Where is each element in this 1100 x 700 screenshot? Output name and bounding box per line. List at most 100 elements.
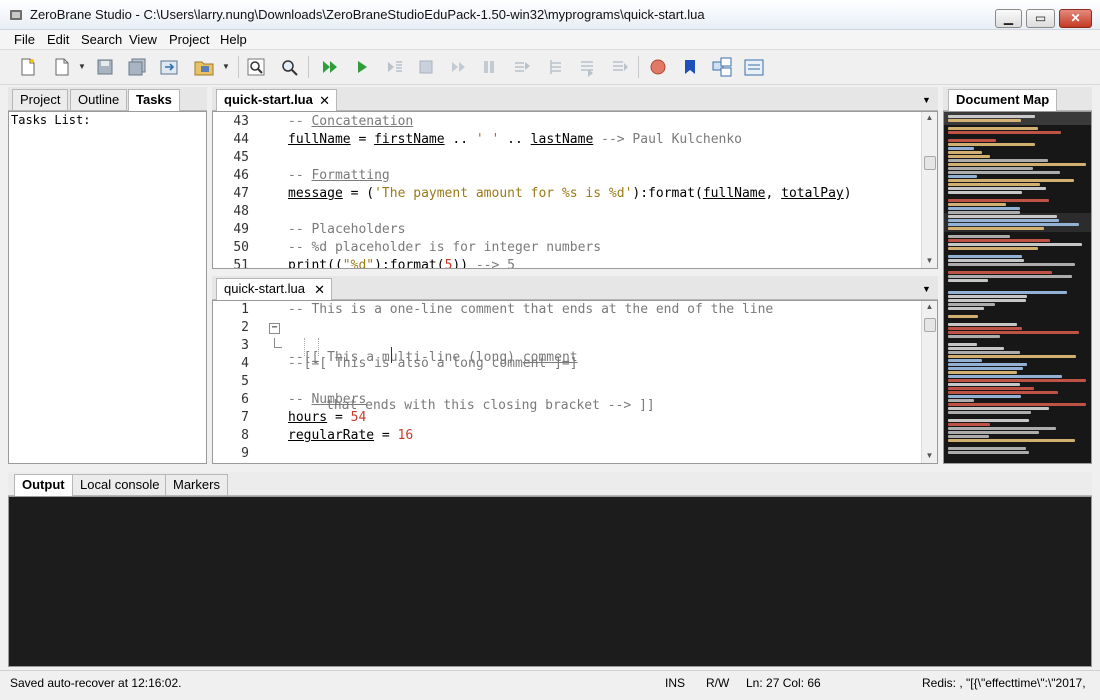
toggle-breakpoint-icon[interactable] [646, 55, 670, 79]
close-tab-icon[interactable]: ✕ [314, 282, 325, 298]
status-message: Saved auto-recover at 12:16:02. [10, 676, 182, 690]
document-map-line [948, 407, 1049, 410]
stop-icon[interactable] [414, 55, 438, 79]
document-map-line [948, 419, 1029, 422]
menu-help[interactable]: Help [220, 32, 247, 47]
run-to-cursor-icon[interactable] [543, 55, 567, 79]
new-file-icon[interactable] [16, 55, 40, 79]
tab-document-map[interactable]: Document Map [948, 89, 1058, 111]
code-text: -- Placeholders [288, 222, 406, 237]
code-text: print(("%d"):format(5)) --> 5 [288, 258, 516, 269]
document-map-line [948, 295, 1027, 298]
close-button[interactable]: ✕ [1059, 9, 1092, 28]
project-directory-icon[interactable] [157, 55, 181, 79]
tab-markers[interactable]: Markers [165, 474, 228, 495]
scroll-down-arrow-icon[interactable]: ▼ [922, 256, 937, 265]
tab-project[interactable]: Project [12, 89, 69, 110]
editor-top[interactable]: 43 -- Concatenation 44 fullName = firstNam… [212, 111, 938, 269]
document-map-line [948, 207, 1020, 210]
line-number: 44 [233, 132, 249, 147]
save-all-icon[interactable] [125, 55, 149, 79]
break-icon[interactable] [477, 55, 501, 79]
toolbar-separator [638, 56, 639, 78]
menu-search[interactable]: Search [81, 32, 122, 47]
save-icon[interactable] [93, 55, 117, 79]
find-in-files-icon[interactable] [277, 55, 301, 79]
scroll-thumb[interactable] [924, 318, 936, 332]
maximize-button[interactable]: ▭ [1026, 9, 1055, 28]
document-map-line [948, 315, 978, 318]
scroll-thumb[interactable] [924, 156, 936, 170]
tab-dropdown-icon[interactable]: ▼ [922, 284, 931, 294]
close-tab-icon[interactable]: ✕ [319, 93, 330, 109]
tab-output[interactable]: Output [14, 474, 73, 496]
tab-outline[interactable]: Outline [70, 89, 128, 110]
document-map-line [948, 247, 1038, 250]
chevron-down-icon[interactable]: ▼ [78, 62, 86, 71]
step-into-icon[interactable] [383, 55, 407, 79]
document-map-panel[interactable] [943, 111, 1092, 464]
document-map-line [948, 139, 996, 142]
step-over-icon[interactable] [446, 55, 470, 79]
fold-collapse-icon[interactable]: − [269, 323, 280, 334]
tab-quick-start-top[interactable]: quick-start.lua ✕ [216, 89, 337, 111]
bottom-panel-tabs: Output Local console Markers [8, 472, 1092, 496]
fold-end-marker [274, 338, 282, 348]
scroll-up-arrow-icon[interactable]: ▲ [922, 302, 937, 311]
indent-guide [304, 338, 305, 356]
document-map-line [948, 243, 1082, 246]
code-text: that ends with this closing bracket --> … [326, 398, 655, 413]
document-map-line [948, 275, 1072, 278]
document-map-line [948, 279, 988, 282]
app-icon [10, 10, 22, 20]
editor-bottom[interactable]: 1 -- This is a one-line comment that ends… [212, 300, 938, 464]
line-number: 49 [233, 222, 249, 237]
open-file-icon[interactable] [50, 55, 74, 79]
tab-tasks[interactable]: Tasks [128, 89, 180, 111]
minimize-button[interactable]: ▁ [995, 9, 1022, 28]
status-bar: Saved auto-recover at 12:16:02. INS R/W … [0, 670, 1100, 700]
vertical-scrollbar[interactable]: ▲ ▼ [921, 301, 937, 463]
document-map-line [948, 143, 1035, 146]
tab-quick-start-bottom[interactable]: quick-start.lua ✕ [216, 278, 332, 300]
choose-project-icon[interactable] [192, 55, 216, 79]
line-number: 7 [241, 410, 249, 425]
scroll-down-arrow-icon[interactable]: ▼ [922, 451, 937, 460]
document-map-line [948, 155, 990, 158]
code-text: hours = 54 [288, 410, 367, 425]
document-map-line [948, 351, 1020, 354]
step-out-icon[interactable] [510, 55, 534, 79]
line-number: 9 [241, 446, 249, 461]
trace-icon[interactable] [576, 55, 600, 79]
run-icon[interactable] [318, 55, 342, 79]
run-icon-2[interactable] [608, 55, 632, 79]
menu-project[interactable]: Project [169, 32, 209, 47]
tab-dropdown-icon[interactable]: ▼ [922, 95, 931, 105]
tab-local-console[interactable]: Local console [72, 474, 168, 495]
menu-view[interactable]: View [129, 32, 157, 47]
stack-window-icon[interactable] [710, 55, 734, 79]
document-map-line [948, 175, 977, 178]
line-number: 47 [233, 186, 249, 201]
document-map-line [948, 151, 982, 154]
status-redis: Redis: , "[{\"effecttime\":\"2017, [922, 676, 1086, 690]
scroll-up-arrow-icon[interactable]: ▲ [922, 113, 937, 122]
document-map-line [948, 307, 984, 310]
start-debug-icon[interactable] [350, 55, 374, 79]
menu-file[interactable]: File [14, 32, 35, 47]
watch-window-icon[interactable] [742, 55, 766, 79]
document-map-line [948, 451, 1029, 454]
document-map-line [948, 343, 977, 346]
chevron-down-icon[interactable]: ▼ [222, 62, 230, 71]
bookmark-icon[interactable] [678, 55, 702, 79]
vertical-scrollbar[interactable]: ▲ ▼ [921, 112, 937, 268]
output-panel[interactable] [8, 496, 1092, 667]
document-map-line [948, 355, 1076, 358]
status-mode: INS [665, 676, 686, 690]
line-number: 48 [233, 204, 249, 219]
menu-edit[interactable]: Edit [47, 32, 69, 47]
document-map-line [948, 411, 1031, 414]
find-icon[interactable] [244, 55, 268, 79]
code-text: regularRate = 16 [288, 428, 414, 443]
document-map-line [948, 371, 1017, 374]
